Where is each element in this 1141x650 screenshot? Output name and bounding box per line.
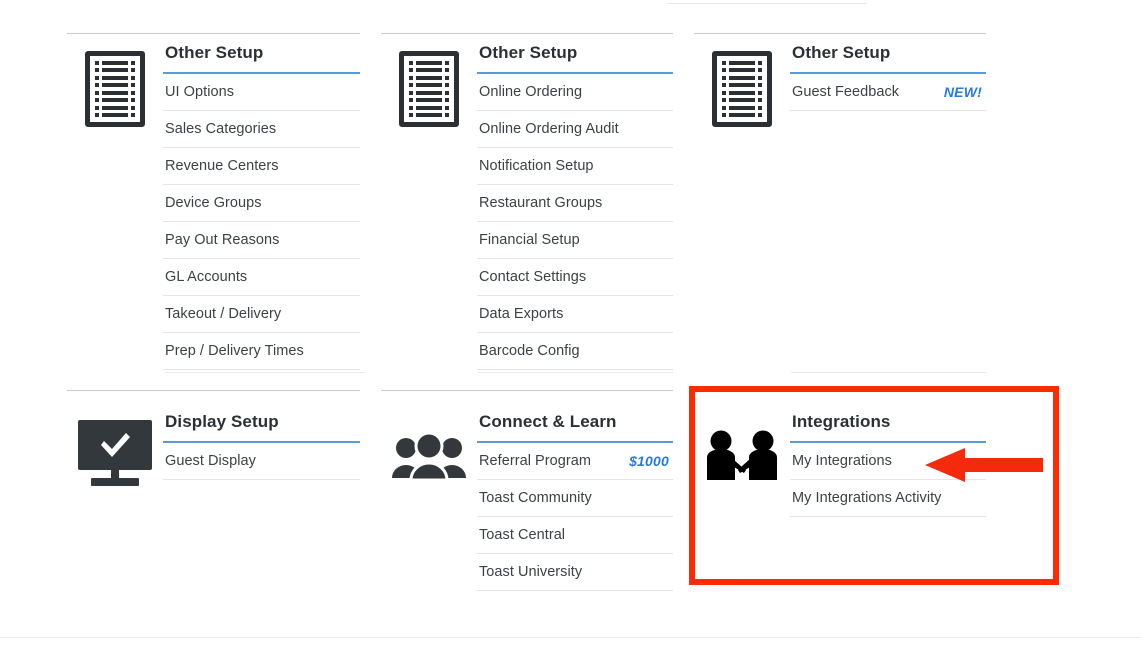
list-item-my-integrations[interactable]: My Integrations: [790, 443, 986, 480]
divider-top-faint: [667, 3, 867, 4]
divider-column-3-top: [694, 33, 986, 34]
list-item[interactable]: Restaurant Groups: [477, 185, 673, 222]
list-item-label: Takeout / Delivery: [165, 306, 282, 322]
page-footer-divider: [0, 637, 1141, 638]
settings-page: Other Setup UI Options Sales Categories …: [0, 0, 1141, 650]
document-icon: [381, 43, 477, 127]
list-item[interactable]: Notification Setup: [477, 148, 673, 185]
list-item[interactable]: Pay Out Reasons: [163, 222, 360, 259]
list-item[interactable]: UI Options: [163, 74, 360, 111]
list-item[interactable]: Toast Community: [477, 480, 673, 517]
divider-column-2-mid: [381, 390, 673, 391]
card-item-list: Referral Program $1000 Toast Community T…: [477, 443, 673, 591]
list-item[interactable]: Guest Feedback NEW!: [790, 74, 986, 111]
list-item[interactable]: Toast Central: [477, 517, 673, 554]
list-item-label: Guest Feedback: [792, 84, 900, 100]
divider-mid-faint-1: [165, 372, 365, 373]
card-other-setup-3: Other Setup Guest Feedback NEW!: [694, 43, 986, 127]
list-item-label: Toast Community: [479, 490, 592, 506]
list-item-label: Pay Out Reasons: [165, 232, 280, 248]
check-icon: [101, 433, 130, 457]
card-item-list: UI Options Sales Categories Revenue Cent…: [163, 74, 360, 370]
list-item-label: Sales Categories: [165, 121, 277, 137]
list-item[interactable]: Revenue Centers: [163, 148, 360, 185]
list-item-label: My Integrations: [792, 453, 892, 469]
list-item[interactable]: Data Exports: [477, 296, 673, 333]
list-item[interactable]: Contact Settings: [477, 259, 673, 296]
list-item-label: Online Ordering: [479, 84, 583, 100]
divider-column-2-top: [381, 33, 673, 34]
list-item[interactable]: Referral Program $1000: [477, 443, 673, 480]
list-item-label: Toast Central: [479, 527, 566, 543]
list-item-label: Barcode Config: [479, 343, 580, 359]
list-item[interactable]: Barcode Config: [477, 333, 673, 370]
list-item-my-integrations-activity[interactable]: My Integrations Activity: [790, 480, 986, 517]
status-badge: NEW!: [943, 84, 982, 100]
list-item[interactable]: Toast University: [477, 554, 673, 591]
list-item-label: Restaurant Groups: [479, 195, 603, 211]
document-icon: [67, 43, 163, 127]
list-item-label: Notification Setup: [479, 158, 594, 174]
list-item-label: Financial Setup: [479, 232, 580, 248]
monitor-check-icon: [67, 412, 163, 486]
card-title: Connect & Learn: [477, 412, 673, 443]
list-item-label: Data Exports: [479, 306, 564, 322]
list-item[interactable]: Online Ordering: [477, 74, 673, 111]
card-title: Other Setup: [477, 43, 673, 74]
card-title: Integrations: [790, 412, 986, 443]
card-title: Display Setup: [163, 412, 360, 443]
list-item[interactable]: Device Groups: [163, 185, 360, 222]
people-group-icon: [381, 412, 477, 480]
list-item-label: Referral Program: [479, 453, 591, 469]
card-integrations: Integrations My Integrations My Integrat…: [694, 412, 986, 517]
card-title: Other Setup: [790, 43, 986, 74]
list-item[interactable]: Prep / Delivery Times: [163, 333, 360, 370]
divider-mid-faint-3: [791, 372, 986, 373]
list-item[interactable]: Financial Setup: [477, 222, 673, 259]
list-item[interactable]: GL Accounts: [163, 259, 360, 296]
list-item-label: Prep / Delivery Times: [165, 343, 304, 359]
card-item-list: Guest Display: [163, 443, 360, 480]
card-item-list: My Integrations My Integrations Activity: [790, 443, 986, 517]
divider-column-3-mid: [694, 390, 986, 391]
list-item[interactable]: Online Ordering Audit: [477, 111, 673, 148]
card-other-setup-2: Other Setup Online Ordering Online Order…: [381, 43, 673, 370]
list-item-label: Revenue Centers: [165, 158, 279, 174]
divider-mid-faint-2: [478, 372, 673, 373]
list-item[interactable]: Guest Display: [163, 443, 360, 480]
list-item-label: Online Ordering Audit: [479, 121, 619, 137]
list-item-label: My Integrations Activity: [792, 490, 942, 506]
card-display-setup: Display Setup Guest Display: [67, 412, 360, 486]
list-item-label: Contact Settings: [479, 269, 587, 285]
card-other-setup-1: Other Setup UI Options Sales Categories …: [67, 43, 360, 370]
divider-column-1-top: [67, 33, 360, 34]
list-item-label: UI Options: [165, 84, 234, 100]
list-item[interactable]: Takeout / Delivery: [163, 296, 360, 333]
reward-badge: $1000: [629, 453, 669, 469]
card-connect-and-learn: Connect & Learn Referral Program $1000 T…: [381, 412, 673, 591]
list-item-label: Toast University: [479, 564, 583, 580]
list-item[interactable]: Sales Categories: [163, 111, 360, 148]
card-title: Other Setup: [163, 43, 360, 74]
list-item-label: Device Groups: [165, 195, 262, 211]
list-item-label: GL Accounts: [165, 269, 248, 285]
document-icon: [694, 43, 790, 127]
card-item-list: Guest Feedback NEW!: [790, 74, 986, 111]
divider-column-1-mid: [67, 390, 360, 391]
list-item-label: Guest Display: [165, 453, 256, 469]
handshake-icon: [694, 412, 790, 482]
card-item-list: Online Ordering Online Ordering Audit No…: [477, 74, 673, 370]
